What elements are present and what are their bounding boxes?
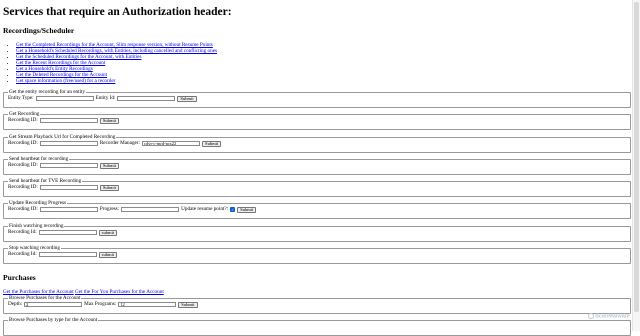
vertical-scrollbar[interactable]: [632, 0, 640, 331]
stream-playback-form: Get Stream Playback Url for Completed Re…: [3, 134, 631, 153]
recording-id-label: Recording Id:: [8, 250, 37, 257]
recordings-link-list: Get the Completed Recordings for the Acc…: [3, 42, 217, 84]
form-row: Entity Type: Entity Id: Submit: [8, 95, 626, 102]
form-row: Recording ID: Progress: Update resume po…: [8, 206, 626, 213]
max-programs-input[interactable]: 12: [118, 301, 177, 308]
list-item: Get space information (free/used) for a …: [16, 78, 217, 84]
finish-watching-form: Finish watching recording Recording Id: …: [3, 223, 631, 242]
recording-id-input[interactable]: [38, 229, 97, 236]
form-row: Recording Id: submit: [8, 229, 626, 236]
max-programs-label: Max Programs:: [84, 300, 117, 307]
heartbeat-submit-button[interactable]: Submit: [99, 162, 120, 169]
entity-submit-button[interactable]: Submit: [177, 95, 197, 102]
page-title: Services that require an Authorization h…: [3, 6, 232, 18]
form-row: Recording ID: Recorder Manager: cdvr-c-m…: [8, 140, 626, 147]
recording-id-label: Recording Id:: [8, 228, 37, 235]
progress-label: Progress:: [99, 205, 120, 212]
recording-id-label: Recording ID:: [8, 116, 38, 123]
entity-type-label: Entity Type:: [8, 94, 34, 101]
update-progress-form: Update Recording Progress Recording ID: …: [3, 200, 631, 219]
form-row: Recording Id: submit: [8, 251, 626, 258]
resume-point-checkbox[interactable]: ✓: [230, 207, 236, 212]
recording-id-input[interactable]: [39, 140, 98, 147]
for-you-purchases-link[interactable]: Get the For You Purchases for the Accoun…: [75, 289, 164, 295]
recording-id-label: Recording ID:: [8, 139, 38, 146]
scrollbar-thumb[interactable]: [634, 2, 639, 312]
form-row: Recording ID: Submit: [8, 184, 626, 191]
finish-submit-button[interactable]: submit: [98, 229, 118, 236]
entity-id-label: Entity Id:: [95, 94, 116, 101]
entity-type-input[interactable]: [35, 95, 94, 102]
browse-purchases-form: Browse Purchases for the Account Depth: …: [3, 295, 631, 314]
recording-id-input[interactable]: [39, 184, 98, 191]
browse-submit-button[interactable]: Submit: [178, 301, 198, 308]
heartbeat-form: Send heartbeat for recording Recording I…: [3, 156, 631, 175]
resume-point-label: Update resume point?:: [181, 205, 229, 212]
form-row: Depth: 2 Max Programs: 12 Submit: [8, 301, 626, 308]
entity-recording-form: Get the entity recording for an entity E…: [3, 89, 631, 108]
watermark-shield-icon: [588, 313, 595, 320]
space-information-link[interactable]: Get space information (free/used) for a …: [16, 78, 115, 84]
recording-id-input[interactable]: [38, 251, 97, 258]
recording-id-label: Recording ID:: [8, 183, 38, 190]
form-row: Recording ID: Submit: [8, 117, 626, 124]
form-row: Recording ID: Submit: [8, 162, 626, 169]
depth-input[interactable]: 2: [24, 301, 83, 308]
watermark: ScanMalware: [588, 313, 630, 320]
purchases-heading: Purchases: [3, 273, 36, 282]
recording-id-label: Recording ID:: [8, 161, 38, 168]
form-legend: Browse Purchases by type for the Account: [9, 317, 98, 323]
get-recording-form: Get Recording Recording ID: Submit: [3, 111, 631, 130]
stream-submit-button[interactable]: Submit: [202, 140, 222, 147]
recorder-manager-input[interactable]: cdvr-c-mrd-ncs22: [142, 140, 201, 147]
stop-watching-form: Stop watching recording Recording Id: su…: [3, 245, 631, 264]
recording-id-input[interactable]: [39, 117, 98, 124]
stop-submit-button[interactable]: submit: [98, 251, 118, 258]
recording-id-input[interactable]: [39, 162, 98, 169]
recording-id-label: Recording ID:: [8, 205, 38, 212]
recording-id-input[interactable]: [39, 206, 98, 213]
get-recording-submit-button[interactable]: Submit: [99, 117, 120, 124]
progress-submit-button[interactable]: Submit: [237, 206, 257, 213]
depth-label: Depth:: [8, 300, 23, 307]
recordings-heading: Recordings/Scheduler: [3, 26, 75, 35]
browse-by-type-form: Browse Purchases by type for the Account: [3, 317, 631, 336]
heartbeat-tve-form: Send heartbeat for TVE Recording Recordi…: [3, 178, 631, 197]
heartbeat-tve-submit-button[interactable]: Submit: [99, 184, 120, 191]
progress-input[interactable]: [121, 206, 180, 213]
recorder-manager-label: Recorder Manager:: [99, 139, 141, 146]
entity-id-input[interactable]: [117, 95, 176, 102]
watermark-text: ScanMalware: [595, 313, 630, 320]
